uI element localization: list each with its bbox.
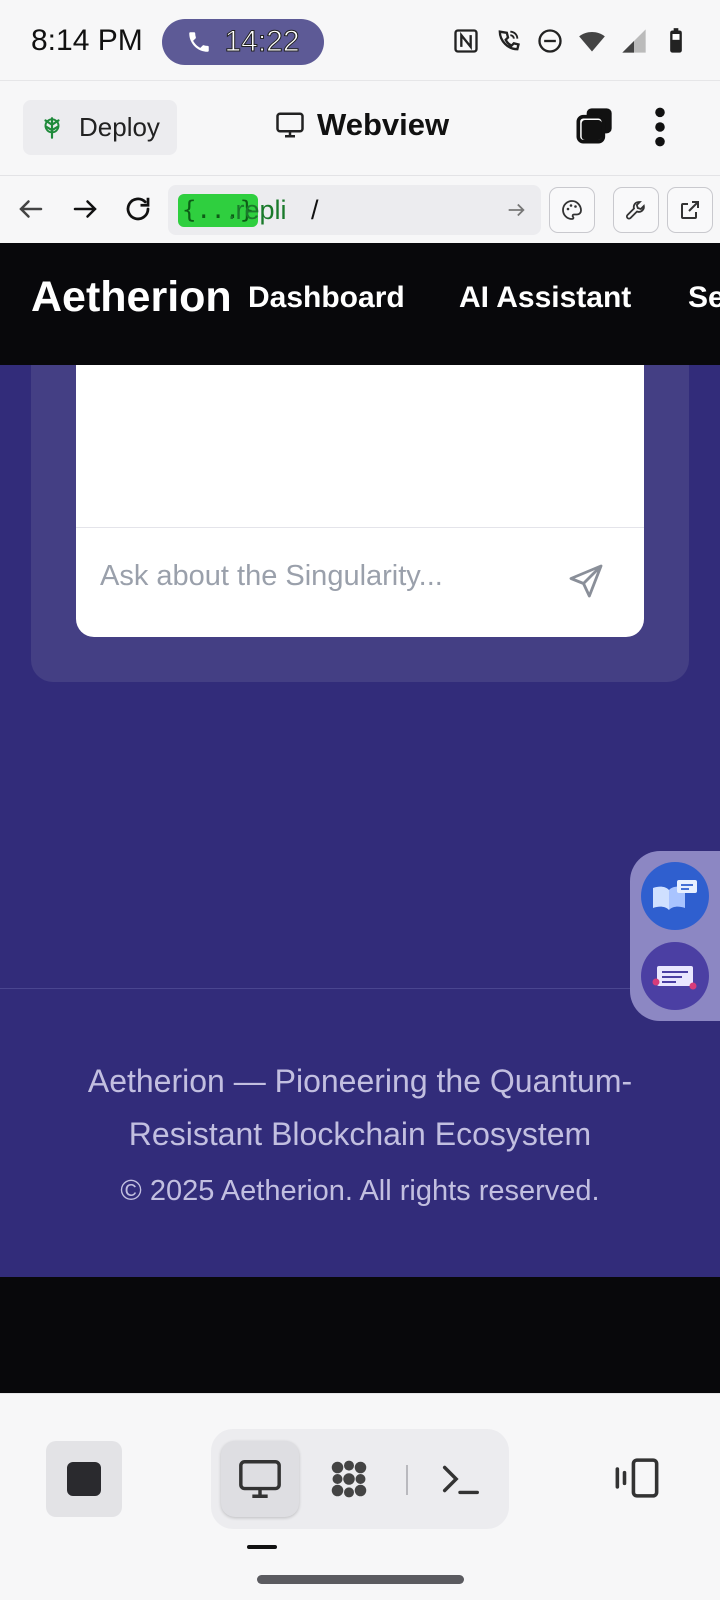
wrench-icon (626, 201, 645, 220)
captions-button[interactable] (641, 942, 709, 1010)
agent-tab-button[interactable] (310, 1441, 388, 1517)
status-time: 8:14 PM (31, 24, 143, 57)
view-switcher (211, 1429, 509, 1529)
call-timer: 14:22 (224, 25, 300, 59)
devtools-button[interactable] (613, 187, 659, 233)
webview-title: Webview (275, 107, 449, 143)
url-input[interactable]: {...} .repli / (168, 185, 541, 235)
ongoing-call-pill[interactable]: 14:22 (162, 19, 324, 65)
deploy-icon (44, 116, 60, 139)
reader-button[interactable] (641, 862, 709, 930)
go-arrow-icon[interactable] (505, 199, 527, 221)
terminal-icon (442, 1465, 479, 1495)
active-tab-indicator (247, 1545, 277, 1549)
url-path: / (311, 195, 319, 225)
chat-input[interactable]: Ask about the Singularity... (100, 560, 443, 593)
gesture-navigation-bar[interactable] (257, 1575, 464, 1584)
site-navbar: Aetherion Dashboard AI Assistant Se (0, 243, 720, 365)
floating-tool-tray (630, 851, 720, 1021)
open-external-button[interactable] (667, 187, 713, 233)
split-view-icon[interactable] (612, 1456, 662, 1500)
status-bar: 8:14 PM 14:22 (0, 0, 720, 80)
external-link-icon (681, 201, 699, 219)
footer-copyright: © 2025 Aetherion. All rights reserved. (120, 1175, 600, 1207)
monitor-icon (276, 112, 304, 138)
more-options-icon[interactable] (650, 105, 670, 149)
nav-link-dashboard[interactable]: Dashboard (248, 281, 405, 315)
nfc-icon (454, 29, 478, 53)
wifi-calling-icon (498, 30, 520, 51)
page-content: Ask about the Singularity... Aetherion —… (0, 365, 720, 1277)
monitor-icon (239, 1460, 281, 1498)
signal-icon (622, 29, 646, 53)
brand-logo-text[interactable]: Aetherion (31, 273, 232, 322)
chat-card: Ask about the Singularity... (76, 365, 644, 637)
reload-icon[interactable] (123, 194, 153, 224)
book-chat-icon (653, 880, 697, 910)
webview-title-label: Webview (317, 107, 450, 142)
segment-separator (406, 1465, 408, 1495)
forward-arrow-icon[interactable] (70, 194, 100, 224)
bottom-controls (0, 1393, 720, 1600)
stop-button[interactable] (46, 1441, 122, 1517)
battery-icon (670, 28, 682, 53)
nav-link-ai-assistant[interactable]: AI Assistant (459, 281, 631, 315)
status-icons (452, 26, 690, 56)
agent-swirl-icon (331, 1460, 367, 1498)
chat-panel: Ask about the Singularity... (31, 365, 689, 682)
deploy-button[interactable]: Deploy (23, 100, 177, 155)
section-divider (0, 988, 720, 989)
chat-divider (76, 527, 644, 528)
theme-palette-button[interactable] (549, 187, 595, 233)
deploy-label: Deploy (79, 112, 160, 142)
webview-tab-button[interactable] (221, 1441, 299, 1517)
palette-icon (562, 200, 582, 220)
send-icon[interactable] (566, 561, 606, 601)
url-row: {...} .repli / (0, 176, 720, 243)
stop-icon (67, 1462, 101, 1496)
phone-icon (189, 32, 210, 52)
url-host: .repli (228, 195, 287, 225)
app-toolbar: Deploy Webview (0, 80, 720, 176)
footer-tagline: Aetherion — Pioneering the Quantum-Resis… (87, 1063, 633, 1152)
webview-bottom-band (0, 1277, 720, 1393)
back-arrow-icon[interactable] (16, 194, 46, 224)
wifi-icon (579, 31, 605, 52)
do-not-disturb-icon (538, 29, 562, 53)
tabs-icon[interactable] (575, 105, 615, 145)
captions-icon (652, 966, 697, 990)
nav-link-truncated[interactable]: Se (688, 281, 720, 315)
console-tab-button[interactable] (421, 1441, 499, 1517)
